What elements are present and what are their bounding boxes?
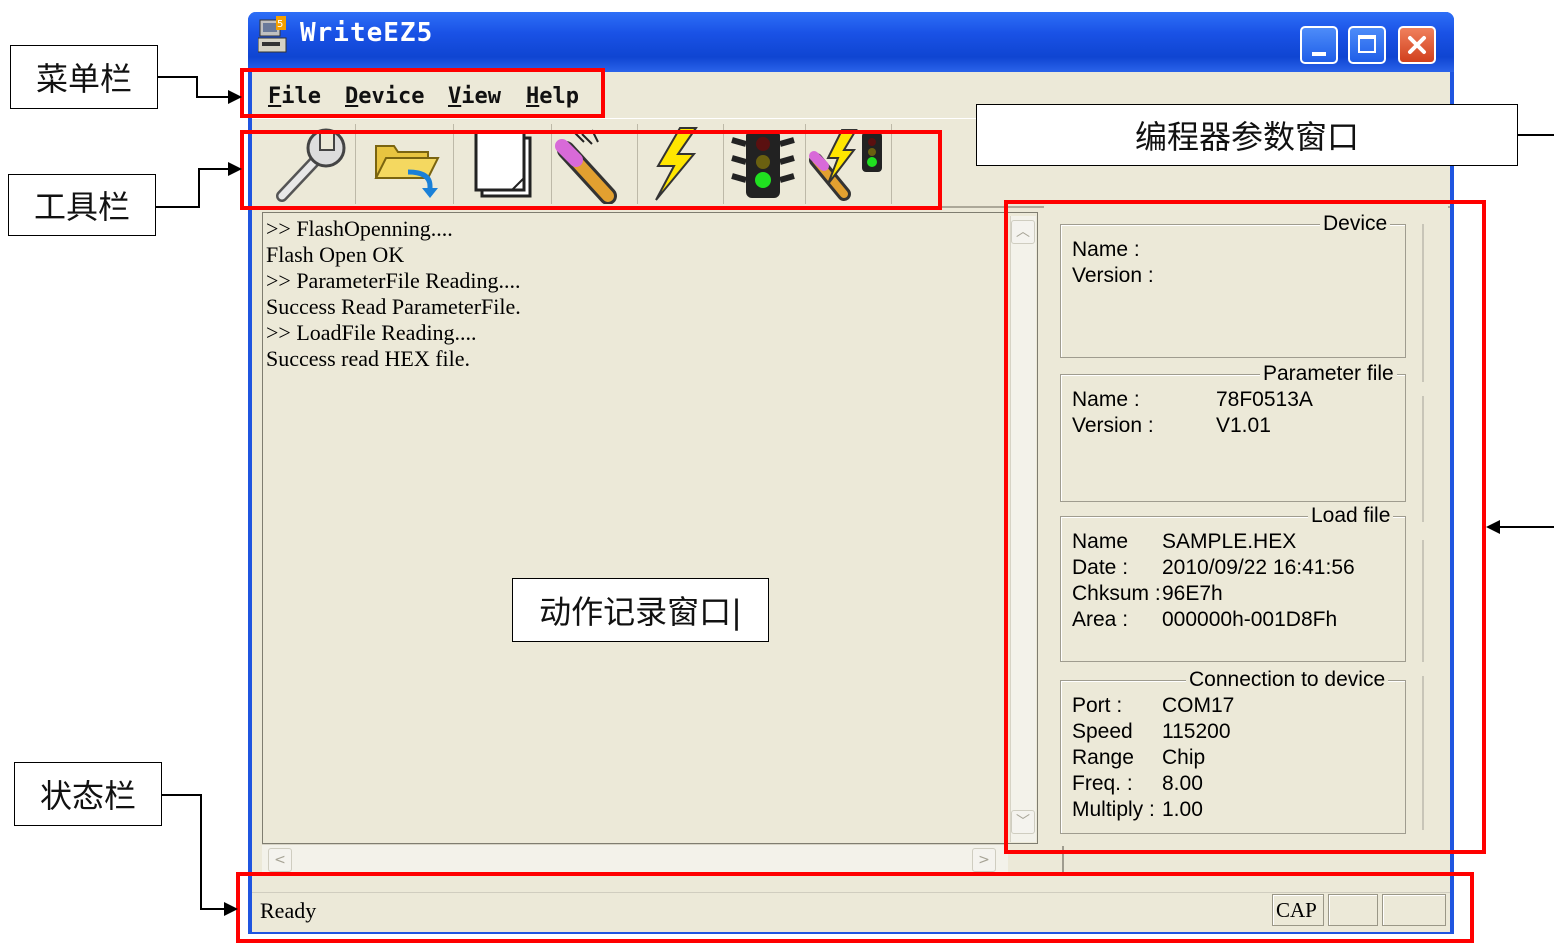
arrow-left-icon [1486, 520, 1500, 534]
leader-line [1500, 526, 1554, 528]
toolbar-callout: 工具栏 [8, 174, 156, 236]
leader-line [200, 794, 202, 910]
maximize-icon [1358, 35, 1376, 53]
leader-line [198, 168, 200, 208]
minimize-button[interactable] [1300, 26, 1338, 64]
leader-line [200, 908, 226, 910]
log-line: Success Read ParameterFile. [266, 294, 521, 319]
log-line: Success read HEX file. [266, 346, 471, 371]
scroll-left-button[interactable]: < [268, 848, 292, 872]
svg-text:5: 5 [277, 19, 283, 30]
menubar-callout: 菜单栏 [10, 45, 158, 109]
chevron-left-icon: < [274, 852, 286, 868]
parameter-window-callout: 编程器参数窗口 [976, 104, 1518, 166]
log-window-callout: 动作记录窗口| [512, 578, 769, 642]
window-title: WriteEZ5 [300, 18, 434, 48]
log-line: >> FlashOpenning.... [266, 216, 453, 241]
close-button[interactable] [1398, 26, 1436, 64]
log-horizontal-scrollbar[interactable] [262, 844, 1008, 874]
arrow-right-icon [228, 90, 242, 104]
maximize-button[interactable] [1348, 26, 1386, 64]
leader-line [1518, 134, 1554, 136]
scroll-right-button[interactable]: > [972, 848, 996, 872]
leader-line [158, 76, 198, 78]
statusbar-callout: 状态栏 [14, 762, 162, 826]
leader-line [198, 168, 230, 170]
parameter-window-highlight [1004, 200, 1486, 854]
menubar-highlight [240, 68, 605, 118]
log-line: >> LoadFile Reading.... [266, 320, 477, 345]
toolbar-highlight [240, 130, 942, 210]
close-icon [1408, 36, 1426, 54]
arrow-right-icon [228, 162, 242, 176]
log-line: Flash Open OK [266, 242, 405, 267]
leader-line [196, 76, 198, 98]
leader-line [196, 96, 230, 98]
log-line: >> ParameterFile Reading.... [266, 268, 521, 293]
minimize-icon [1312, 52, 1326, 56]
app-icon[interactable]: 5 [257, 16, 290, 58]
statusbar-highlight [236, 872, 1474, 943]
leader-line [162, 794, 202, 796]
chevron-right-icon: > [978, 852, 990, 868]
arrow-right-icon [224, 902, 238, 916]
leader-line [156, 206, 200, 208]
